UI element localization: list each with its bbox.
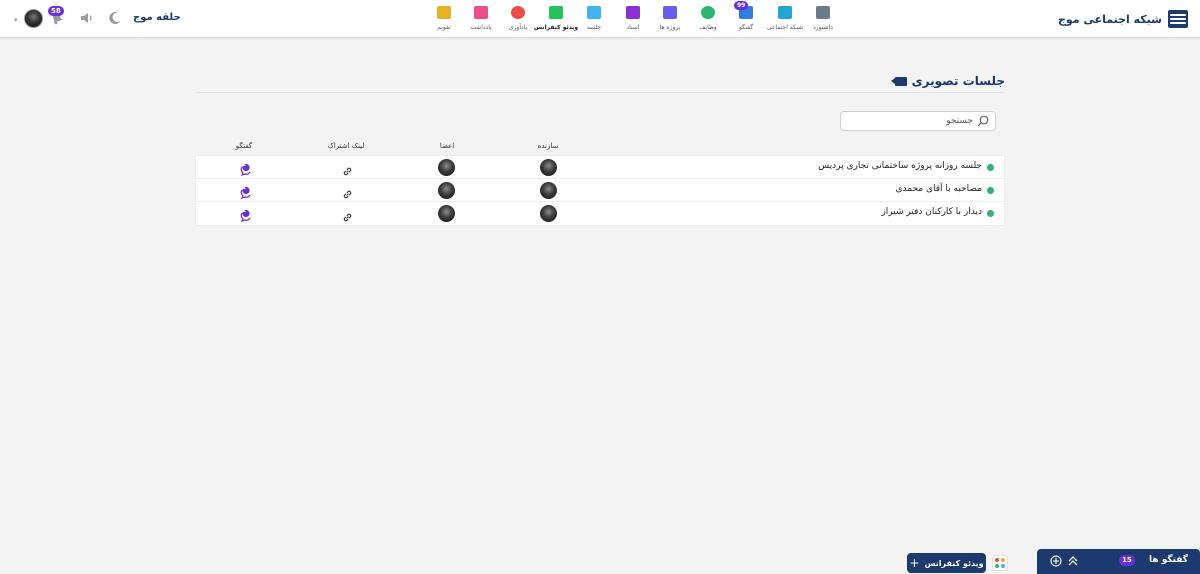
nav-item-calendar[interactable]: تقویم	[426, 5, 462, 35]
plus-icon: +	[909, 556, 920, 570]
share-link-icon[interactable]	[342, 185, 353, 199]
status-dot	[987, 210, 994, 217]
member-avatar[interactable]	[438, 159, 455, 176]
search-box	[840, 111, 996, 131]
search-icon[interactable]	[977, 115, 989, 127]
creator-avatar[interactable]	[540, 182, 557, 199]
share-link-icon[interactable]	[342, 208, 353, 222]
new-videoconference-label: ویدئو کنفرانس	[924, 558, 984, 568]
chat-count: 1	[242, 161, 247, 168]
creator-avatar[interactable]	[540, 159, 557, 176]
add-chat-icon[interactable]	[1050, 555, 1062, 567]
speaker-icon[interactable]	[80, 12, 94, 24]
title-divider	[195, 92, 1005, 93]
brand-logo-icon	[1168, 10, 1188, 28]
table-row[interactable]: مصاحبه با آقای محمدی 1	[196, 179, 1004, 202]
column-header-creator[interactable]: سازنده	[518, 142, 578, 150]
chats-dock[interactable]: گفتگو ها 15	[1037, 549, 1200, 574]
chats-count-badge: 15	[1119, 555, 1135, 566]
share-link-icon[interactable]	[342, 162, 353, 176]
circle-name[interactable]: حلقه موج	[133, 12, 181, 23]
member-avatar[interactable]	[438, 205, 455, 222]
meeting-icon	[587, 6, 601, 19]
meeting-title[interactable]: جلسه روزانه پروژه ساختمانی تجاری پردیس	[818, 161, 982, 171]
videoconference-icon	[549, 6, 563, 19]
social-icon	[778, 6, 792, 19]
meeting-title[interactable]: دیدار با کارکنان دفتر شیراز	[881, 207, 982, 217]
apps-dot-icon	[994, 557, 999, 562]
page-title: جلسات تصویری	[890, 74, 1005, 88]
status-dot	[987, 187, 994, 194]
video-camera-icon	[890, 76, 907, 86]
column-header-members[interactable]: اعضا	[417, 142, 477, 150]
tasks-icon	[701, 6, 715, 19]
expand-up-icon[interactable]	[1067, 555, 1079, 567]
search-input[interactable]	[853, 114, 973, 128]
member-avatar[interactable]	[438, 182, 455, 199]
notes-icon	[474, 6, 488, 19]
apps-dot-icon	[1000, 563, 1005, 568]
chats-dock-title: گفتگو ها	[1148, 555, 1188, 565]
apps-dot-icon	[1000, 557, 1005, 562]
brand-name: شبکه اجتماعی موج	[1057, 12, 1162, 26]
column-header-chat[interactable]: گفتگو	[214, 142, 274, 150]
user-avatar[interactable]	[24, 9, 43, 28]
notifications-badge: 58	[48, 6, 64, 16]
table-row[interactable]: دیدار با کارکنان دفتر شیراز 1	[196, 202, 1004, 225]
column-header-share-link[interactable]: لینک اشتراک	[316, 142, 376, 150]
chat-count: 1	[242, 207, 247, 214]
chat-icon[interactable]: 1	[239, 207, 252, 223]
page-title-text: جلسات تصویری	[911, 74, 1005, 88]
top-bar: شبکه اجتماعی موج داشبورد شبکه اجتماعی 99 گف…	[0, 0, 1200, 38]
creator-avatar[interactable]	[540, 205, 557, 222]
meetings-table: جلسه روزانه پروژه ساختمانی تجاری پردیس 1 م…	[195, 155, 1005, 226]
nav-label: تقویم	[437, 24, 451, 31]
status-dot	[987, 164, 994, 171]
brand[interactable]: شبکه اجتماعی موج	[1058, 10, 1188, 28]
calendar-icon	[437, 6, 451, 19]
apps-grid-button[interactable]	[992, 555, 1008, 571]
chat-icon[interactable]: 1	[239, 184, 252, 200]
chevron-down-icon[interactable]: ▾	[14, 16, 18, 24]
new-videoconference-button[interactable]: ویدئو کنفرانس +	[907, 553, 986, 573]
dark-mode-moon-icon[interactable]	[108, 11, 122, 25]
chat-icon[interactable]: 1	[239, 161, 252, 177]
documents-icon	[626, 6, 640, 19]
meeting-title[interactable]: مصاحبه با آقای محمدی	[896, 184, 983, 194]
chat-count: 1	[242, 184, 247, 191]
projects-icon	[663, 6, 677, 19]
apps-dot-icon	[994, 563, 999, 568]
reminder-icon	[511, 6, 525, 19]
dashboard-icon	[816, 6, 830, 19]
nav-badge: 99	[734, 1, 749, 10]
table-row[interactable]: جلسه روزانه پروژه ساختمانی تجاری پردیس 1	[196, 156, 1004, 179]
